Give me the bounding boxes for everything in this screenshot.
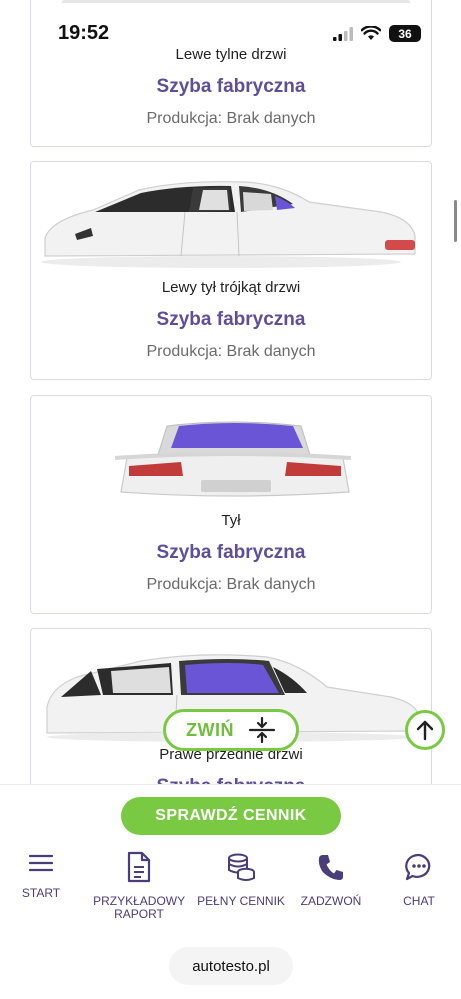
check-price-button[interactable]: SPRAWDŹ CENNIK [121,797,341,835]
collapse-icon [248,717,276,743]
scroll-top-button[interactable] [405,710,445,750]
scrollbar-thumb[interactable] [454,200,457,242]
nav-item-sample-report[interactable]: PRZYKŁADOWY RAPORT [93,845,186,921]
production-info: Produkcja: Brak danych [146,576,316,593]
production-info: Produkcja: Brak danych [146,110,316,127]
nav-label: START [21,886,61,900]
nav-label: CHAT [403,894,435,908]
collapse-button[interactable]: ZWIŃ [163,709,299,751]
glass-type: Szyba fabryczna [156,542,306,563]
arrow-up-icon [416,720,434,741]
chat-icon [405,853,431,881]
nav-item-full-price[interactable]: PEŁNY CENNIK [196,845,286,908]
nav-label: PRZYKŁADOWY RAPORT [93,894,186,921]
signal-icon [333,26,353,41]
status-icons: 36 [333,25,421,42]
phone-icon [318,855,343,880]
collapse-label: ZWIŃ [186,719,234,740]
battery-indicator: 36 [389,25,421,42]
nav-label: PEŁNY CENNIK [197,894,285,908]
coins-icon [228,853,255,881]
status-bar: 19:52 36 [0,0,461,66]
document-icon [127,851,151,883]
car-side-image [41,181,416,268]
status-time: 19:52 [58,22,110,44]
nav-item-start[interactable]: START [0,845,86,900]
glass-type: Szyba fabryczna [156,309,306,330]
wifi-icon [361,26,381,40]
window-location: Lewy tył trójkąt drzwi [161,279,301,296]
nav-label: ZADZWOŃ [300,894,362,908]
url-bar[interactable]: autotesto.pl [169,947,293,985]
glass-type: Szyba fabryczna [156,76,306,97]
bottom-nav: START PRZYKŁADOWY RAPORT PEŁNY CENNIK ZA… [0,845,461,935]
menu-icon [29,854,53,872]
window-card: Lewy tył trójkąt drzwi Szyba fabryczna P… [30,161,432,380]
production-info: Produkcja: Brak danych [146,343,316,360]
window-location: Tył [221,512,241,529]
nav-item-chat[interactable]: CHAT [374,845,461,908]
nav-item-call[interactable]: ZADZWOŃ [286,845,376,908]
car-rear-image [114,421,352,497]
window-card: Tył Szyba fabryczna Produkcja: Brak dany… [30,395,432,614]
bottom-panel: SPRAWDŹ CENNIK START PRZYKŁADOWY RAPORT … [0,784,461,999]
